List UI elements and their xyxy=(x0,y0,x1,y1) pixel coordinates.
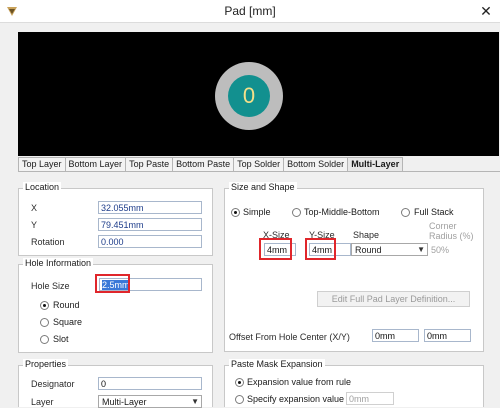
tab-divider xyxy=(18,171,500,172)
mode-simple-label: Simple xyxy=(243,207,271,217)
hole-info-group: Hole Information Hole Size 2.5mm Round S… xyxy=(18,258,213,353)
location-title: Location xyxy=(23,182,62,192)
corner-header-2: Radius (%) xyxy=(429,231,474,241)
shape-header: Shape xyxy=(353,230,380,240)
hole-round-label: Round xyxy=(53,300,80,310)
pad-preview: 0 xyxy=(18,32,499,156)
paste-mask-group: Paste Mask Expansion Expansion value fro… xyxy=(224,359,484,407)
hole-square-label: Square xyxy=(53,317,83,327)
hole-info-title: Hole Information xyxy=(23,258,94,268)
layer-select[interactable]: Multi-Layer ▼ xyxy=(98,395,202,408)
mode-fullstack-radio[interactable] xyxy=(401,208,410,217)
corner-header-1: Corner xyxy=(429,221,457,231)
mode-fullstack-label: Full Stack xyxy=(414,207,454,217)
size-shape-group: Size and Shape Simple Top-Middle-Bottom … xyxy=(224,182,484,352)
corner-radius-value[interactable]: 50% xyxy=(431,245,449,255)
location-group: Location X 32.055mm Y 79.451mm Rotation … xyxy=(18,182,213,256)
hole-round-radio[interactable] xyxy=(40,301,49,310)
offset-label: Offset From Hole Center (X/Y) xyxy=(229,332,350,342)
properties-group: Properties Designator 0 Layer Multi-Laye… xyxy=(18,359,213,408)
paste-specify-radio[interactable] xyxy=(235,395,244,404)
chevron-down-icon: ▼ xyxy=(417,245,425,254)
hole-size-label: Hole Size xyxy=(31,281,70,291)
y-field[interactable]: 79.451mm xyxy=(98,218,202,231)
tab-top-paste[interactable]: Top Paste xyxy=(126,157,174,172)
size-shape-title: Size and Shape xyxy=(229,182,297,192)
layer-tabs: Top Layer Bottom Layer Top Paste Bottom … xyxy=(18,157,404,172)
offset-y-field[interactable]: 0mm xyxy=(424,329,471,342)
tab-multi-layer[interactable]: Multi-Layer xyxy=(348,157,404,172)
tab-bottom-paste[interactable]: Bottom Paste xyxy=(173,157,235,172)
paste-specify-label: Specify expansion value xyxy=(247,394,345,404)
xsize-highlight xyxy=(259,238,292,260)
paste-rule-label: Expansion value from rule xyxy=(247,377,352,387)
ysize-highlight xyxy=(305,238,336,260)
pad-ring: 0 xyxy=(215,62,283,130)
y-label: Y xyxy=(31,220,38,230)
mode-simple-radio[interactable] xyxy=(231,208,240,217)
rotation-label: Rotation xyxy=(31,237,65,247)
x-field[interactable]: 32.055mm xyxy=(98,201,202,214)
edit-full-pad-button[interactable]: Edit Full Pad Layer Definition... xyxy=(317,291,470,307)
tab-top-layer[interactable]: Top Layer xyxy=(18,157,66,172)
paste-mask-title: Paste Mask Expansion xyxy=(229,359,325,369)
mode-tmb-radio[interactable] xyxy=(292,208,301,217)
hole-slot-label: Slot xyxy=(53,334,69,344)
pad-shape: 0 xyxy=(228,75,270,117)
pad-dialog: Pad [mm] ✕ 0 Top Layer Bottom Layer Top … xyxy=(0,0,500,408)
designator-field[interactable]: 0 xyxy=(98,377,202,390)
tab-bottom-layer[interactable]: Bottom Layer xyxy=(65,157,127,172)
designator-label: Designator xyxy=(31,379,75,389)
properties-title: Properties xyxy=(23,359,69,369)
hole-slot-radio[interactable] xyxy=(40,335,49,344)
shape-select[interactable]: Round ▼ xyxy=(351,243,428,256)
x-label: X xyxy=(31,203,38,213)
rotation-field[interactable]: 0.000 xyxy=(98,235,202,248)
paste-rule-radio[interactable] xyxy=(235,378,244,387)
tab-bottom-solder[interactable]: Bottom Solder xyxy=(284,157,349,172)
window-title: Pad [mm] xyxy=(224,4,276,18)
mode-tmb-label: Top-Middle-Bottom xyxy=(304,207,380,217)
chevron-down-icon: ▼ xyxy=(191,397,199,406)
paste-specify-field[interactable]: 0mm xyxy=(346,392,394,405)
shape-select-value: Round xyxy=(355,245,382,255)
offset-x-field[interactable]: 0mm xyxy=(372,329,419,342)
hole-square-radio[interactable] xyxy=(40,318,49,327)
title-bar: Pad [mm] ✕ xyxy=(0,0,500,23)
tab-top-solder[interactable]: Top Solder xyxy=(234,157,285,172)
close-icon[interactable]: ✕ xyxy=(472,0,500,22)
hole-size-highlight xyxy=(95,274,130,293)
